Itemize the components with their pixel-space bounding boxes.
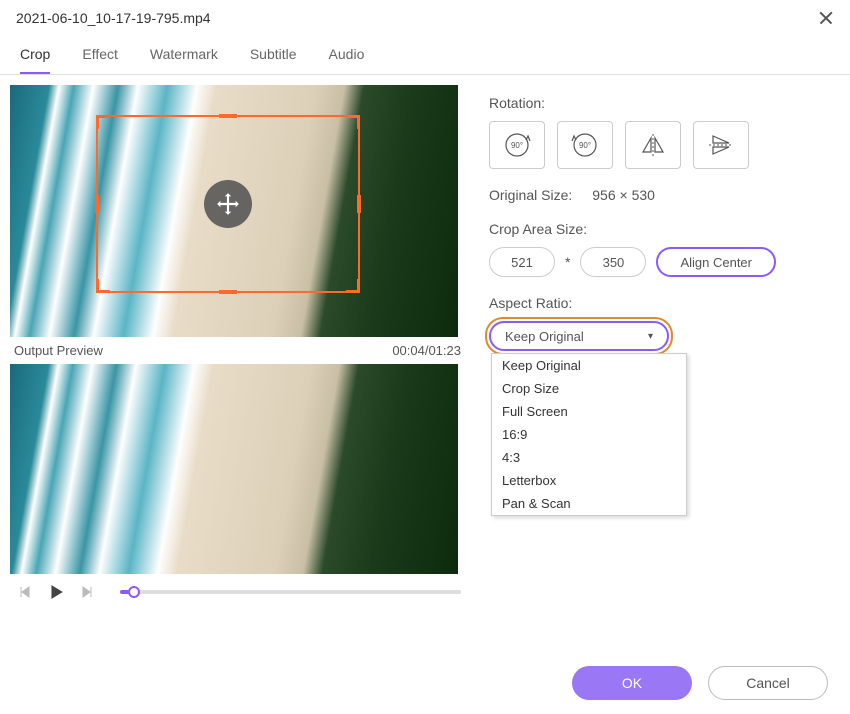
aspect-option[interactable]: Full Screen bbox=[492, 400, 686, 423]
svg-text:90°: 90° bbox=[511, 141, 523, 150]
seek-slider[interactable] bbox=[120, 590, 461, 594]
tabs: Crop Effect Watermark Subtitle Audio bbox=[0, 36, 850, 75]
crop-handle-t[interactable] bbox=[219, 114, 237, 118]
crop-handle-br[interactable] bbox=[346, 279, 360, 293]
rotate-ccw-icon: 90° bbox=[567, 130, 603, 160]
multiply-sign: * bbox=[565, 254, 570, 270]
crop-area-label: Crop Area Size: bbox=[489, 221, 830, 237]
ok-button[interactable]: OK bbox=[572, 666, 692, 700]
svg-text:90°: 90° bbox=[579, 141, 591, 150]
aspect-ratio-label: Aspect Ratio: bbox=[489, 295, 830, 311]
titlebar: 2021-06-10_10-17-19-795.mp4 bbox=[0, 0, 850, 36]
next-frame-button[interactable] bbox=[78, 582, 98, 602]
cancel-button[interactable]: Cancel bbox=[708, 666, 828, 700]
aspect-option[interactable]: 16:9 bbox=[492, 423, 686, 446]
next-frame-icon bbox=[81, 585, 95, 599]
rotate-cw-icon: 90° bbox=[499, 130, 535, 160]
crop-handle-tl[interactable] bbox=[96, 115, 110, 129]
crop-handle-l[interactable] bbox=[95, 195, 99, 213]
original-size-label: Original Size: bbox=[489, 187, 572, 203]
aspect-option[interactable]: Keep Original bbox=[492, 354, 686, 377]
close-icon[interactable] bbox=[818, 10, 834, 26]
aspect-ratio-list: Keep Original Crop Size Full Screen 16:9… bbox=[491, 353, 687, 516]
crop-handle-r[interactable] bbox=[357, 195, 361, 213]
tab-subtitle[interactable]: Subtitle bbox=[250, 46, 297, 74]
flip-horizontal-button[interactable] bbox=[625, 121, 681, 169]
footer: OK Cancel bbox=[572, 666, 828, 700]
rotate-cw-button[interactable]: 90° bbox=[489, 121, 545, 169]
crop-preview bbox=[10, 85, 458, 337]
aspect-ratio-dropdown[interactable]: Keep Original ▾ Keep Original Crop Size … bbox=[489, 321, 669, 351]
aspect-option[interactable]: Pan & Scan bbox=[492, 492, 686, 515]
tab-crop[interactable]: Crop bbox=[20, 46, 50, 74]
crop-handle-tr[interactable] bbox=[346, 115, 360, 129]
crop-rectangle[interactable] bbox=[96, 115, 360, 293]
crop-height-input[interactable] bbox=[580, 247, 646, 277]
original-size-value: 956 × 530 bbox=[592, 187, 655, 203]
output-preview-label: Output Preview bbox=[14, 343, 103, 358]
play-icon bbox=[48, 584, 64, 600]
chevron-down-icon: ▾ bbox=[648, 331, 653, 342]
tab-watermark[interactable]: Watermark bbox=[150, 46, 218, 74]
time-display: 00:04/01:23 bbox=[392, 343, 461, 358]
tab-effect[interactable]: Effect bbox=[82, 46, 118, 74]
rotate-ccw-button[interactable]: 90° bbox=[557, 121, 613, 169]
flip-vertical-icon bbox=[703, 130, 739, 160]
aspect-selected: Keep Original bbox=[505, 329, 584, 344]
right-panel: Rotation: 90° 90° bbox=[465, 75, 850, 610]
prev-frame-icon bbox=[17, 585, 31, 599]
output-thumbnail bbox=[10, 364, 458, 574]
flip-horizontal-icon bbox=[635, 130, 671, 160]
tab-audio[interactable]: Audio bbox=[329, 46, 365, 74]
crop-width-input[interactable] bbox=[489, 247, 555, 277]
aspect-option[interactable]: 4:3 bbox=[492, 446, 686, 469]
crop-handle-b[interactable] bbox=[219, 290, 237, 294]
seek-thumb[interactable] bbox=[128, 586, 140, 598]
prev-frame-button[interactable] bbox=[14, 582, 34, 602]
move-icon bbox=[215, 191, 241, 217]
flip-vertical-button[interactable] bbox=[693, 121, 749, 169]
aspect-option[interactable]: Letterbox bbox=[492, 469, 686, 492]
window-title: 2021-06-10_10-17-19-795.mp4 bbox=[16, 10, 211, 26]
aspect-option[interactable]: Crop Size bbox=[492, 377, 686, 400]
output-preview bbox=[10, 364, 458, 574]
left-panel: Output Preview 00:04/01:23 bbox=[0, 75, 465, 610]
playback-controls bbox=[10, 574, 465, 610]
rotation-label: Rotation: bbox=[489, 95, 830, 111]
crop-handle-bl[interactable] bbox=[96, 279, 110, 293]
crop-move-handle[interactable] bbox=[204, 180, 252, 228]
play-button[interactable] bbox=[46, 582, 66, 602]
align-center-button[interactable]: Align Center bbox=[656, 247, 776, 277]
